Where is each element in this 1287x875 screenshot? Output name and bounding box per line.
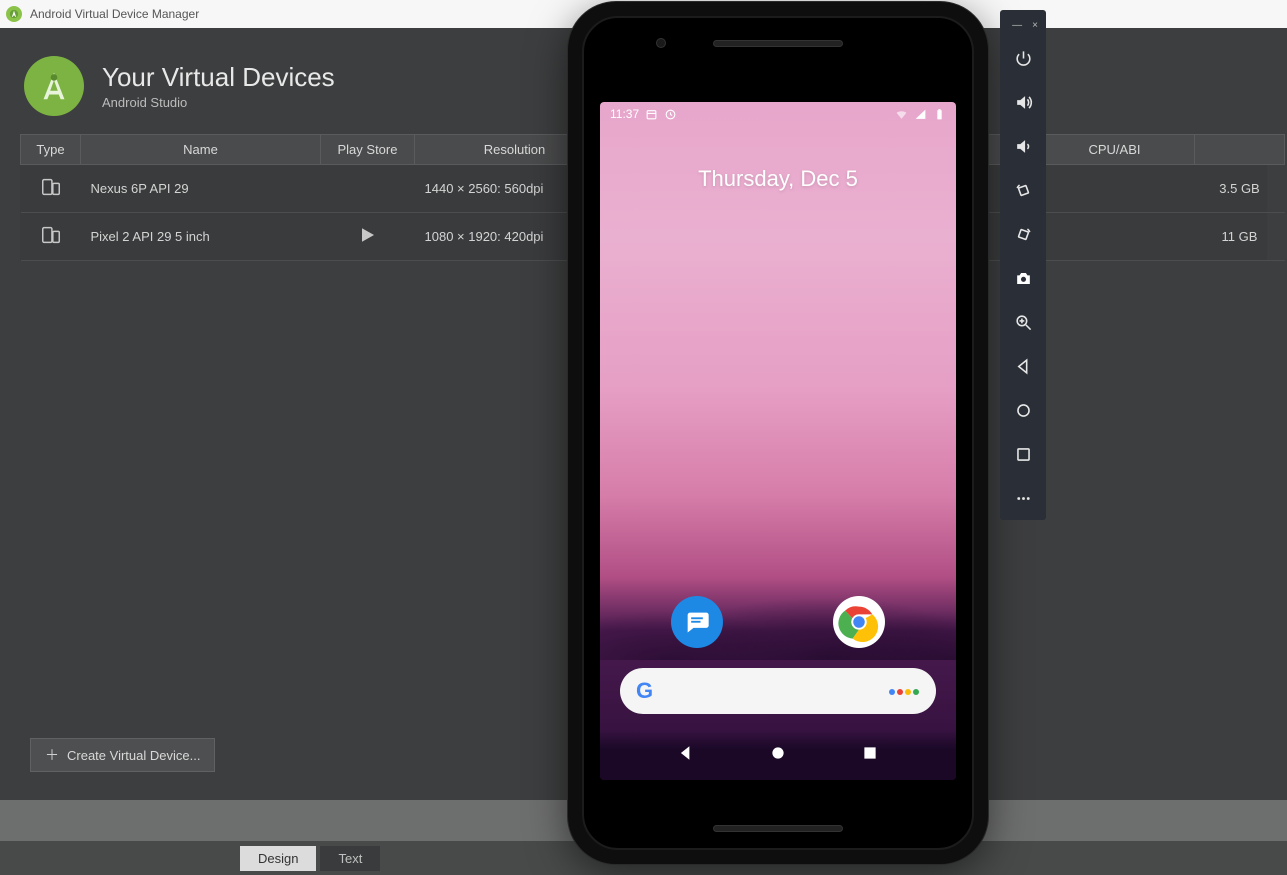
col-size[interactable] <box>1195 135 1285 165</box>
close-button[interactable]: × <box>1032 20 1038 31</box>
android-studio-logo-icon <box>24 56 84 116</box>
signal-icon <box>914 108 927 121</box>
speaker-grille-icon <box>713 825 843 832</box>
emulator-device-frame: 11:37 <box>568 2 988 864</box>
page-title: Your Virtual Devices <box>102 62 335 93</box>
col-play-store[interactable]: Play Store <box>321 135 415 165</box>
front-camera-icon <box>656 38 666 48</box>
screenshot-button[interactable] <box>1000 256 1046 300</box>
google-search-bar[interactable]: G <box>620 668 936 714</box>
plus-icon: ＋ <box>45 745 59 765</box>
status-time: 11:37 <box>610 107 639 121</box>
speaker-grille-icon <box>713 40 843 47</box>
home-date-widget[interactable]: Thursday, Dec 5 <box>600 166 956 192</box>
col-type[interactable]: Type <box>21 135 81 165</box>
emulator-toolbar-titlebar: — × <box>1000 14 1046 36</box>
play-store-icon <box>321 213 415 261</box>
google-logo-icon: G <box>636 678 653 704</box>
device-type-icon <box>21 165 81 213</box>
tab-text[interactable]: Text <box>320 846 380 871</box>
android-studio-mini-icon <box>6 6 22 22</box>
rotate-left-button[interactable] <box>1000 168 1046 212</box>
volume-down-button[interactable] <box>1000 124 1046 168</box>
nav-back-button[interactable] <box>677 744 695 767</box>
create-button-label: Create Virtual Device... <box>67 748 200 763</box>
device-screen[interactable]: 11:37 <box>600 102 956 780</box>
minimize-button[interactable]: — <box>1012 20 1022 31</box>
nav-recents-button[interactable] <box>861 744 879 767</box>
emulator-toolbar: — × <box>1000 10 1046 520</box>
page-subtitle: Android Studio <box>102 95 335 110</box>
device-type-icon <box>21 213 81 261</box>
rotate-right-button[interactable] <box>1000 212 1046 256</box>
nav-home-button[interactable] <box>769 744 787 767</box>
overview-button[interactable] <box>1000 432 1046 476</box>
tab-design[interactable]: Design <box>240 846 316 871</box>
device-size: 3.5 GB <box>1195 165 1285 213</box>
sync-notif-icon <box>664 108 677 121</box>
more-button[interactable] <box>1000 476 1046 520</box>
play-store-cell <box>321 165 415 213</box>
volume-up-button[interactable] <box>1000 80 1046 124</box>
android-nav-bar <box>600 730 956 780</box>
device-name: Pixel 2 API 29 5 inch <box>81 213 321 261</box>
calendar-notif-icon <box>645 108 658 121</box>
zoom-button[interactable] <box>1000 300 1046 344</box>
create-virtual-device-button[interactable]: ＋ Create Virtual Device... <box>30 738 215 772</box>
app-messages[interactable] <box>671 596 723 648</box>
power-button[interactable] <box>1000 36 1046 80</box>
device-size: 11 GB <box>1195 213 1285 261</box>
window-title: Android Virtual Device Manager <box>30 7 199 21</box>
col-cpu[interactable]: CPU/ABI <box>1035 135 1195 165</box>
home-button[interactable] <box>1000 388 1046 432</box>
back-button[interactable] <box>1000 344 1046 388</box>
col-name[interactable]: Name <box>81 135 321 165</box>
status-bar[interactable]: 11:37 <box>600 102 956 126</box>
device-name: Nexus 6P API 29 <box>81 165 321 213</box>
app-chrome[interactable] <box>833 596 885 648</box>
wifi-icon <box>895 108 908 121</box>
google-assistant-icon[interactable] <box>888 682 920 700</box>
battery-icon <box>933 108 946 121</box>
app-dock <box>600 596 956 648</box>
